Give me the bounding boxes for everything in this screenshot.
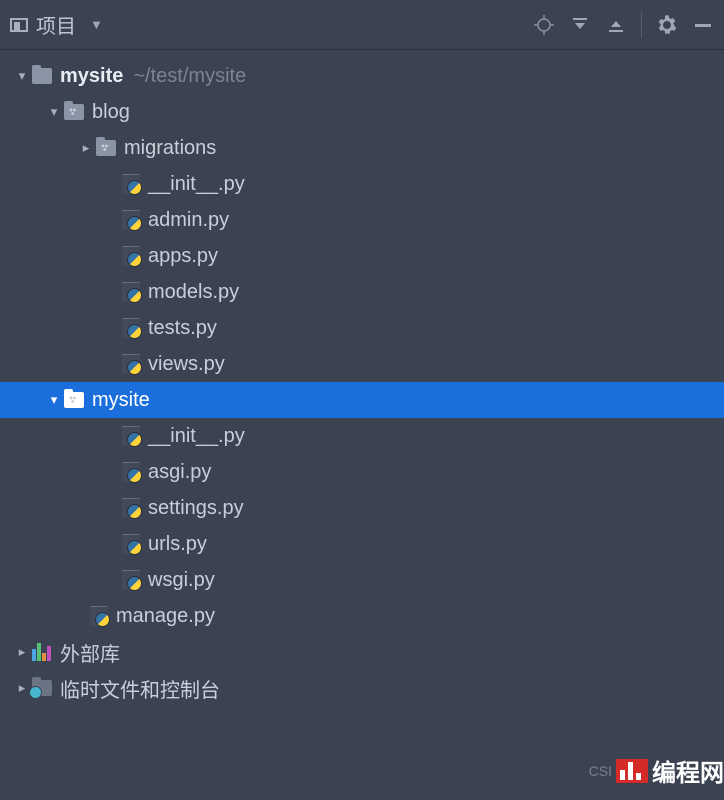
watermark-bars-icon (620, 762, 642, 780)
tree-file-tests[interactable]: tests.py (0, 310, 724, 346)
view-mode-chevron-icon[interactable]: ▼ (90, 17, 103, 32)
tree-file-admin[interactable]: admin.py (0, 202, 724, 238)
tree-file-views[interactable]: views.py (0, 346, 724, 382)
watermark-logo (616, 759, 648, 783)
tree-folder-mysite-pkg[interactable]: ▾ mysite (0, 382, 724, 418)
chevron-right-icon[interactable]: ▸ (12, 644, 32, 660)
scratch-folder-icon (32, 680, 52, 696)
file-label: __init__.py (148, 425, 245, 448)
python-file-icon (122, 318, 140, 338)
file-label: settings.py (148, 497, 244, 520)
tree-file-settings[interactable]: settings.py (0, 490, 724, 526)
tree-scratches[interactable]: ▸ 临时文件和控制台 (0, 670, 724, 706)
item-label: 临时文件和控制台 (60, 674, 220, 703)
file-label: apps.py (148, 245, 218, 268)
toolbar-left: 项目 ▼ (10, 10, 103, 39)
watermark: CSI 编程网 (589, 753, 724, 788)
tree-file-asgi[interactable]: asgi.py (0, 454, 724, 490)
file-label: __init__.py (148, 173, 245, 196)
folder-label: blog (92, 101, 130, 124)
package-folder-icon (96, 140, 116, 156)
locate-icon[interactable] (533, 14, 555, 36)
tree-file-manage[interactable]: manage.py (0, 598, 724, 634)
python-file-icon (122, 462, 140, 482)
collapse-all-icon[interactable] (605, 14, 627, 36)
folder-label: migrations (124, 137, 216, 160)
project-tree: ▾ mysite ~/test/mysite ▾ blog ▸ migratio… (0, 50, 724, 706)
tree-file-mysite-init[interactable]: __init__.py (0, 418, 724, 454)
project-icon (10, 18, 28, 32)
expand-all-icon[interactable] (569, 14, 591, 36)
folder-path: ~/test/mysite (133, 65, 246, 88)
chevron-down-icon[interactable]: ▾ (44, 392, 64, 408)
chevron-right-icon[interactable]: ▸ (76, 140, 96, 156)
file-label: urls.py (148, 533, 207, 556)
tree-root-mysite[interactable]: ▾ mysite ~/test/mysite (0, 58, 724, 94)
toolbar-title: 项目 (36, 10, 76, 39)
tree-folder-blog[interactable]: ▾ blog (0, 94, 724, 130)
folder-icon (32, 68, 52, 84)
python-file-icon (122, 498, 140, 518)
tree-file-wsgi[interactable]: wsgi.py (0, 562, 724, 598)
tree-external-libraries[interactable]: ▸ 外部库 (0, 634, 724, 670)
python-file-icon (122, 174, 140, 194)
minimize-icon[interactable] (692, 14, 714, 36)
python-file-icon (122, 426, 140, 446)
python-file-icon (122, 246, 140, 266)
file-label: admin.py (148, 209, 229, 232)
python-file-icon (122, 354, 140, 374)
tree-file-models[interactable]: models.py (0, 274, 724, 310)
file-label: manage.py (116, 605, 215, 628)
tree-file-apps[interactable]: apps.py (0, 238, 724, 274)
watermark-csdn: CSI (589, 763, 612, 779)
tree-folder-migrations[interactable]: ▸ migrations (0, 130, 724, 166)
file-label: wsgi.py (148, 569, 215, 592)
package-folder-icon (64, 392, 84, 408)
file-label: tests.py (148, 317, 217, 340)
python-file-icon (122, 210, 140, 230)
file-label: models.py (148, 281, 239, 304)
package-folder-icon (64, 104, 84, 120)
python-file-icon (122, 534, 140, 554)
file-label: asgi.py (148, 461, 211, 484)
folder-label: mysite (60, 65, 123, 88)
python-file-icon (122, 570, 140, 590)
toolbar-divider (641, 12, 642, 38)
folder-label: mysite (92, 389, 150, 412)
python-file-icon (122, 282, 140, 302)
file-label: views.py (148, 353, 225, 376)
chevron-down-icon[interactable]: ▾ (44, 104, 64, 120)
toolbar-right (533, 12, 714, 38)
gear-icon[interactable] (656, 14, 678, 36)
watermark-text: 编程网 (652, 753, 724, 788)
tree-file-init[interactable]: __init__.py (0, 166, 724, 202)
item-label: 外部库 (60, 638, 120, 667)
chevron-down-icon[interactable]: ▾ (12, 68, 32, 84)
tree-file-urls[interactable]: urls.py (0, 526, 724, 562)
external-lib-icon (32, 643, 52, 661)
project-toolbar: 项目 ▼ (0, 0, 724, 50)
python-file-icon (90, 606, 108, 626)
